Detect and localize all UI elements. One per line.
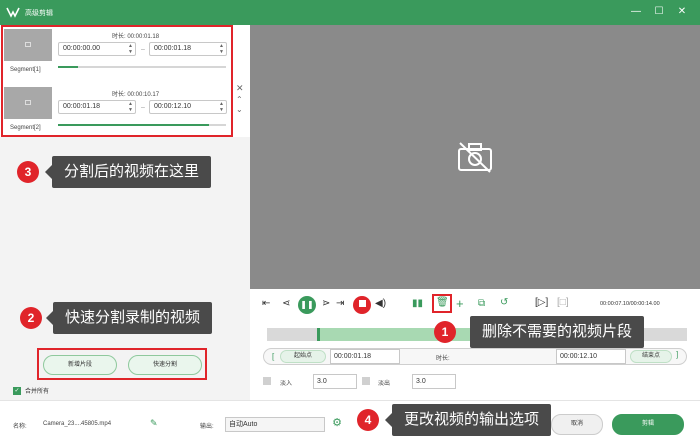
close-icon[interactable]: ✕	[674, 4, 690, 20]
volume-icon[interactable]: ◀)	[375, 298, 386, 309]
output-label: 输出:	[200, 424, 214, 430]
minimize-icon[interactable]: —	[628, 4, 644, 20]
title-bar: 高级剪辑 — ☐ ✕	[0, 0, 700, 25]
merge-all-label: 合并所有	[25, 389, 50, 395]
no-camera-icon	[458, 142, 492, 173]
video-preview	[250, 25, 700, 289]
name-label: 名称:	[13, 424, 27, 430]
go-start-icon[interactable]: ⇤	[262, 298, 270, 309]
undo-icon[interactable]: ↺	[500, 297, 508, 308]
callout-badge: 1	[434, 321, 456, 343]
go-end-icon[interactable]: ⇥	[336, 298, 344, 309]
delete-icon[interactable]: 🗑	[436, 297, 449, 308]
start-time-field[interactable]: 00:00:01.18	[330, 349, 400, 364]
callout-quick-split: 快速分割录制的视频	[45, 302, 213, 334]
set-end-button[interactable]: 结束点	[630, 350, 672, 363]
export-button[interactable]: 剪辑	[612, 414, 684, 435]
playback-timecode: 00:00:07.10/00:00:14.00	[600, 301, 660, 307]
gear-icon[interactable]: ⚙	[329, 416, 345, 432]
maximize-icon[interactable]: ☐	[651, 4, 667, 20]
fade-in-field[interactable]: 3.0	[313, 374, 357, 389]
split-buttons-highlight	[37, 348, 207, 380]
stop-square	[358, 299, 366, 307]
stop-icon[interactable]	[353, 296, 371, 314]
segment-down-icon[interactable]: ⌄	[236, 105, 243, 114]
split-icon[interactable]: ▮▮	[412, 298, 423, 309]
callout-delete: 删除不需要的视频片段	[470, 316, 645, 348]
end-time-field[interactable]: 00:00:12.10	[556, 349, 626, 364]
callout-segments: 分割后的视频在这里	[44, 156, 212, 188]
pause-icon[interactable]: ❚❚	[298, 296, 316, 314]
callout-badge: 3	[17, 161, 39, 183]
fade-out-label: 淡出	[378, 381, 391, 387]
mark-out-icon[interactable]: [□]	[557, 297, 569, 308]
copy-icon[interactable]: ⧉	[478, 298, 485, 309]
end-bracket-icon: ]	[676, 350, 679, 359]
trim-bar: [ 起始点 00:00:01.18 时长: 00:00:12.10 结束点 ]	[263, 348, 687, 365]
callout-badge: 4	[357, 409, 379, 431]
duration-label: 时长:	[436, 356, 450, 362]
set-start-button[interactable]: 起始点	[280, 350, 326, 363]
fade-in-checkbox[interactable]	[263, 377, 271, 385]
step-back-icon[interactable]: ⋖	[282, 298, 290, 309]
callout-output: 更改视频的输出选项	[384, 404, 552, 436]
add-icon[interactable]: +	[456, 296, 464, 311]
callout-badge: 2	[20, 307, 42, 329]
output-format-field[interactable]: 自动Auto	[225, 417, 325, 432]
merge-all-checkbox[interactable]: ✓ 合并所有	[13, 386, 50, 396]
app-logo-icon	[6, 7, 20, 18]
checkmark-icon: ✓	[13, 387, 21, 396]
fade-out-checkbox[interactable]	[362, 377, 370, 385]
output-filename: Camera_23....45805.mp4	[43, 421, 112, 427]
fade-in-label: 淡入	[280, 381, 293, 387]
step-forward-icon[interactable]: ⋗	[322, 298, 330, 309]
segment-up-icon[interactable]: ⌃	[236, 95, 243, 104]
mark-in-icon[interactable]: [▷]	[535, 297, 548, 308]
start-bracket-icon: [	[272, 352, 275, 361]
window-title: 高级剪辑	[25, 10, 53, 17]
cancel-button[interactable]: 取消	[551, 414, 603, 435]
fade-out-field[interactable]: 3.0	[412, 374, 456, 389]
delete-segment-icon[interactable]: ✕	[236, 83, 244, 94]
segments-highlight	[1, 25, 233, 137]
edit-name-icon[interactable]: ✎	[150, 418, 158, 429]
